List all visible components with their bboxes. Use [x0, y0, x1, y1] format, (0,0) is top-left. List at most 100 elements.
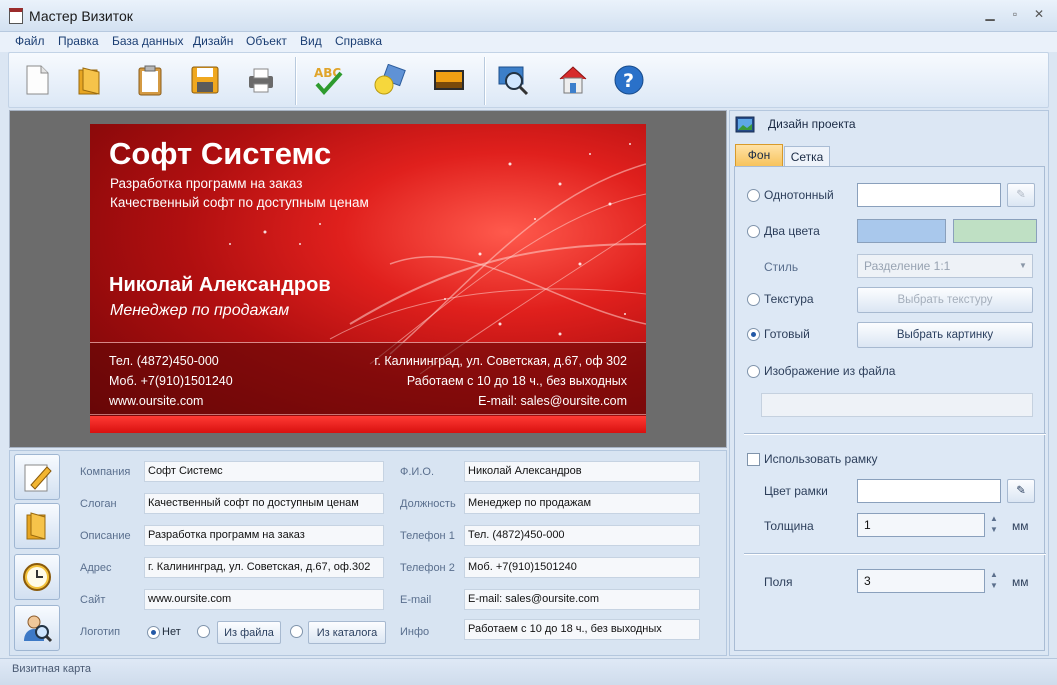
- choose-picture-button[interactable]: Выбрать картинку: [857, 322, 1033, 348]
- color1-swatch[interactable]: [857, 219, 946, 243]
- business-card[interactable]: Софт Системс Разработка программ на зака…: [90, 124, 646, 433]
- position-label: Должность: [400, 498, 456, 510]
- panel-title: Дизайн проекта: [768, 117, 856, 131]
- color2-swatch[interactable]: [953, 219, 1037, 243]
- logo-catalog-radio[interactable]: [290, 625, 303, 638]
- phone2-field[interactable]: Моб. +7(910)1501240: [464, 557, 700, 578]
- thickness-field[interactable]: 1: [857, 513, 985, 537]
- separator: [744, 433, 1046, 434]
- card-company: Софт Системс: [109, 136, 332, 171]
- toolbar: ABC ?: [8, 52, 1049, 108]
- thickness-unit: мм: [1012, 519, 1029, 533]
- card-line2: Качественный софт по доступным ценам: [110, 195, 369, 210]
- menu-file[interactable]: Файл: [15, 34, 45, 48]
- thickness-label: Толщина: [764, 519, 814, 533]
- landscape-icon: [735, 116, 755, 133]
- frame-color-field[interactable]: [857, 479, 1001, 503]
- margins-field[interactable]: 3: [857, 569, 985, 593]
- background-tab-page: Однотонный ✎ Два цвета Стиль Разделение …: [734, 166, 1046, 651]
- toolbar-separator: [295, 57, 296, 105]
- site-field[interactable]: www.oursite.com: [144, 589, 384, 610]
- two-colors-radio[interactable]: [747, 225, 760, 238]
- card-email: E-mail: sales@oursite.com: [478, 394, 627, 408]
- position-field[interactable]: Менеджер по продажам: [464, 493, 700, 514]
- frame-eyedropper-button[interactable]: ✎: [1007, 479, 1035, 503]
- card-mobile: Моб. +7(910)1501240: [109, 374, 233, 388]
- logo-none-label: Нет: [162, 626, 181, 638]
- contacts-search-button[interactable]: [14, 605, 60, 651]
- title-bar: Мастер Визиток ▁ ▫ ✕: [0, 0, 1057, 32]
- save-icon[interactable]: [187, 62, 223, 98]
- solid-color-field[interactable]: [857, 183, 1001, 207]
- edit-text-button[interactable]: [14, 454, 60, 500]
- menu-database[interactable]: База данных: [112, 34, 183, 48]
- logo-none-radio[interactable]: [147, 626, 160, 639]
- app-icon: [9, 8, 23, 24]
- menu-design[interactable]: Дизайн: [193, 34, 233, 48]
- person-search-icon: [24, 615, 53, 643]
- menu-object[interactable]: Объект: [246, 34, 287, 48]
- card-phone: Тел. (4872)450-000: [109, 354, 219, 368]
- folder-icon: [26, 512, 46, 540]
- card-position: Менеджер по продажам: [110, 302, 290, 319]
- edit-icon: [24, 464, 52, 492]
- slogan-field[interactable]: Качественный софт по доступным ценам: [144, 493, 384, 514]
- ready-radio[interactable]: [747, 328, 760, 341]
- frame-color-label: Цвет рамки: [764, 484, 828, 498]
- info-field[interactable]: Работаем с 10 до 18 ч., без выходных: [464, 619, 700, 640]
- open-folder-icon[interactable]: [72, 62, 108, 98]
- margins-unit: мм: [1012, 575, 1029, 589]
- shapes-icon[interactable]: [371, 62, 407, 98]
- new-document-icon[interactable]: [19, 62, 55, 98]
- maximize-button[interactable]: ▫: [1003, 4, 1027, 24]
- toolbar-separator: [484, 57, 485, 105]
- info-label: Инфо: [400, 626, 430, 638]
- clipboard-icon[interactable]: [132, 62, 168, 98]
- texture-radio[interactable]: [747, 293, 760, 306]
- close-button[interactable]: ✕: [1027, 4, 1051, 24]
- logo-file-radio[interactable]: [197, 625, 210, 638]
- email-label: E-mail: [400, 594, 432, 606]
- thickness-spinner[interactable]: ▲ ▼: [987, 513, 1001, 537]
- menu-view[interactable]: Вид: [300, 34, 322, 48]
- logo-from-file-button[interactable]: Из файла: [217, 621, 281, 644]
- choose-texture-button[interactable]: Выбрать текстуру: [857, 287, 1033, 313]
- address-field[interactable]: г. Калининград, ул. Советская, д.67, оф.…: [144, 557, 384, 578]
- minimize-button[interactable]: ▁: [978, 4, 1002, 24]
- image-icon[interactable]: [431, 62, 467, 98]
- fio-label: Ф.И.О.: [400, 466, 434, 478]
- fio-field[interactable]: Николай Александров: [464, 461, 700, 482]
- history-button[interactable]: [14, 554, 60, 600]
- margins-spinner[interactable]: ▲ ▼: [987, 569, 1001, 593]
- menu-edit[interactable]: Правка: [58, 34, 99, 48]
- style-select[interactable]: Разделение 1:1: [857, 254, 1033, 278]
- window-title: Мастер Визиток: [29, 8, 133, 24]
- texture-label: Текстура: [764, 292, 814, 306]
- menu-help[interactable]: Справка: [335, 34, 382, 48]
- phone1-field[interactable]: Тел. (4872)450-000: [464, 525, 700, 546]
- home-icon[interactable]: [555, 62, 591, 98]
- company-field[interactable]: Софт Системс: [144, 461, 384, 482]
- description-field[interactable]: Разработка программ на заказ: [144, 525, 384, 546]
- from-file-radio[interactable]: [747, 365, 760, 378]
- help-icon[interactable]: ?: [611, 62, 647, 98]
- tab-background[interactable]: Фон: [735, 144, 783, 166]
- spellcheck-icon[interactable]: ABC: [311, 62, 347, 98]
- zoom-icon[interactable]: [495, 62, 531, 98]
- status-text: Визитная карта: [12, 663, 91, 675]
- print-icon[interactable]: [243, 62, 279, 98]
- status-bar: Визитная карта: [0, 658, 1057, 685]
- image-file-path-field[interactable]: [761, 393, 1033, 417]
- design-panel: Дизайн проекта Фон Сетка Однотонный ✎ Дв…: [729, 110, 1049, 656]
- use-frame-label: Использовать рамку: [764, 452, 878, 466]
- tab-grid[interactable]: Сетка: [784, 146, 830, 166]
- card-site: www.oursite.com: [109, 394, 204, 408]
- style-label: Стиль: [764, 260, 799, 274]
- use-frame-checkbox[interactable]: [747, 453, 760, 466]
- logo-from-catalog-button[interactable]: Из каталога: [308, 621, 386, 644]
- solid-radio[interactable]: [747, 189, 760, 202]
- open-template-button[interactable]: [14, 503, 60, 549]
- solid-eyedropper-button[interactable]: ✎: [1007, 183, 1035, 207]
- menu-bar: Файл Правка База данных Дизайн Объект Ви…: [0, 32, 1057, 52]
- email-field[interactable]: E-mail: sales@oursite.com: [464, 589, 700, 610]
